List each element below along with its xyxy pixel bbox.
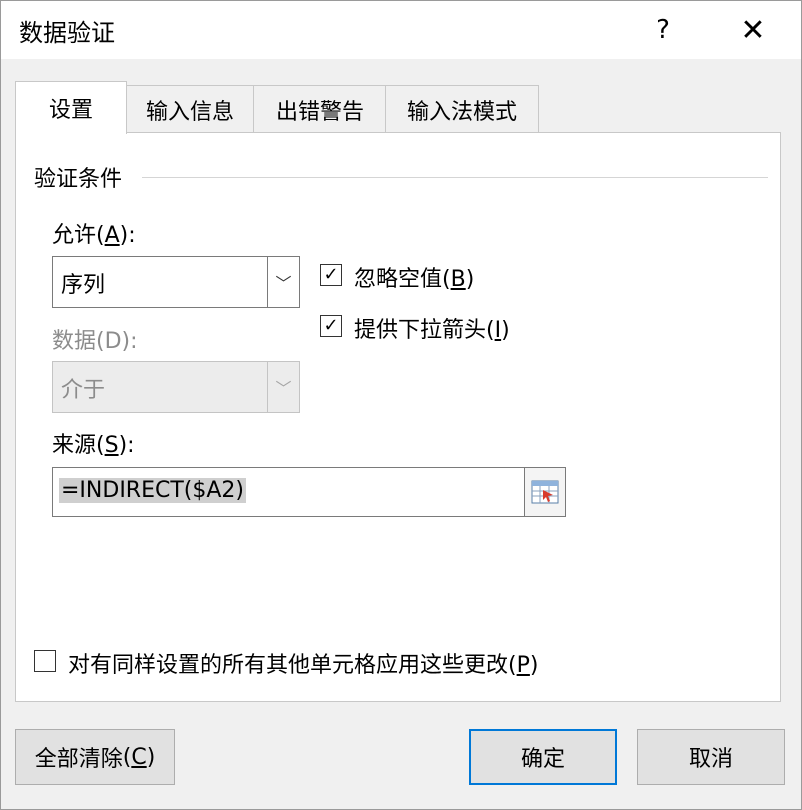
clear-all-button[interactable]: 全部清除(C) [15,729,175,785]
chevron-down-icon[interactable]: ﹀ [267,257,299,307]
settings-panel: 验证条件 允许(A): 序列 ﹀ ✓ 忽略空值(B) ✓ 提供下拉箭头(I) 数… [15,132,781,702]
data-validation-dialog: 数据验证 ? ✕ 设置 输入信息 出错警告 输入法模式 验证条件 允许(A): … [0,0,802,810]
range-select-icon[interactable] [524,467,566,517]
title-bar: 数据验证 ? ✕ [1,1,801,59]
data-select: 介于 ﹀ [52,361,300,413]
data-select-value: 介于 [61,378,106,403]
in-cell-dropdown-label: 提供下拉箭头(I) [354,318,510,343]
tab-input-message[interactable]: 输入信息 [125,85,255,133]
apply-all-label: 对有同样设置的所有其他单元格应用这些更改(P) [68,653,539,678]
ok-button[interactable]: 确定 [469,729,617,785]
source-label: 来源(S): [52,433,135,458]
cancel-button[interactable]: 取消 [637,729,785,785]
in-cell-dropdown-checkbox[interactable]: ✓ [320,315,342,337]
tab-settings[interactable]: 设置 [15,81,127,134]
close-button[interactable]: ✕ [723,1,783,59]
apply-all-checkbox[interactable] [34,650,56,672]
ignore-blank-checkbox[interactable]: ✓ [320,264,342,286]
allow-select[interactable]: 序列 ﹀ [52,256,300,308]
validation-criteria-heading: 验证条件 [34,167,123,192]
ignore-blank-label: 忽略空值(B) [354,267,475,292]
group-divider [142,177,768,178]
source-formula: =INDIRECT($A2) [59,478,247,503]
chevron-down-icon: ﹀ [267,362,299,412]
source-input[interactable]: =INDIRECT($A2) [52,467,526,517]
tab-ime-mode[interactable]: 输入法模式 [385,85,539,133]
tab-error-alert[interactable]: 出错警告 [253,85,387,133]
dialog-title: 数据验证 [19,19,115,47]
allow-select-value: 序列 [61,273,106,298]
allow-label: 允许(A): [52,223,136,248]
data-label: 数据(D): [52,329,138,354]
help-button[interactable]: ? [635,1,691,59]
